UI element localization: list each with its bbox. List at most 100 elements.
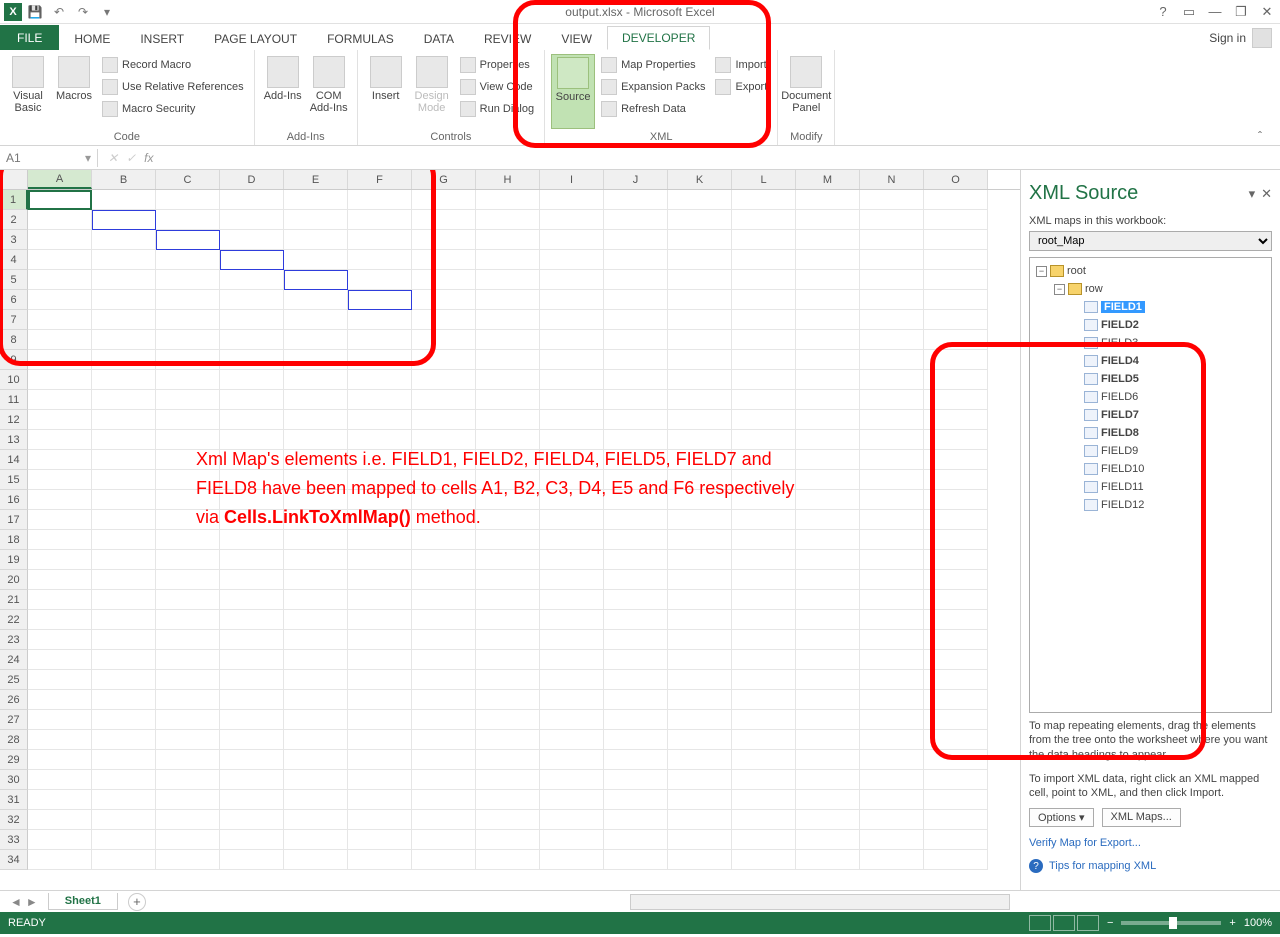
cell[interactable] [476, 830, 540, 850]
cell[interactable] [732, 530, 796, 550]
view-pagelayout-icon[interactable] [1053, 915, 1075, 931]
options-button[interactable]: Options ▾ [1029, 808, 1094, 827]
cell[interactable] [92, 830, 156, 850]
cell[interactable] [284, 310, 348, 330]
cell[interactable] [28, 450, 92, 470]
cell[interactable] [348, 570, 412, 590]
cell[interactable] [732, 610, 796, 630]
cell[interactable] [540, 850, 604, 870]
cell[interactable] [860, 630, 924, 650]
run-dialog-button[interactable]: Run Dialog [456, 98, 538, 120]
collapse-ribbon-icon[interactable]: ˆ [1258, 129, 1274, 143]
cell[interactable] [732, 270, 796, 290]
cell[interactable] [156, 710, 220, 730]
row-header[interactable]: 3 [0, 230, 28, 250]
cell[interactable] [348, 750, 412, 770]
cell[interactable] [604, 290, 668, 310]
cell[interactable] [348, 730, 412, 750]
zoom-in-icon[interactable]: + [1229, 917, 1235, 929]
cell[interactable] [156, 770, 220, 790]
cell[interactable] [92, 690, 156, 710]
cell[interactable] [668, 530, 732, 550]
row-header[interactable]: 7 [0, 310, 28, 330]
cell[interactable] [668, 770, 732, 790]
view-normal-icon[interactable] [1029, 915, 1051, 931]
tree-field[interactable]: FIELD4 [1034, 352, 1267, 370]
cell[interactable] [924, 350, 988, 370]
cell[interactable] [92, 550, 156, 570]
cell[interactable] [796, 650, 860, 670]
cell[interactable] [156, 570, 220, 590]
record-macro-button[interactable]: Record Macro [98, 54, 248, 76]
row-header[interactable]: 9 [0, 350, 28, 370]
cell[interactable] [668, 810, 732, 830]
cell[interactable] [604, 590, 668, 610]
cell[interactable] [220, 790, 284, 810]
cell[interactable] [604, 730, 668, 750]
cell[interactable] [796, 750, 860, 770]
cell[interactable] [220, 350, 284, 370]
cell[interactable] [668, 330, 732, 350]
cell[interactable] [796, 350, 860, 370]
cell[interactable] [348, 550, 412, 570]
cell[interactable] [796, 310, 860, 330]
cell[interactable] [412, 550, 476, 570]
cell[interactable] [732, 210, 796, 230]
cell[interactable] [284, 570, 348, 590]
cell[interactable] [92, 810, 156, 830]
cell[interactable] [476, 710, 540, 730]
cell[interactable] [28, 750, 92, 770]
cell[interactable] [540, 390, 604, 410]
cell[interactable] [92, 350, 156, 370]
cell[interactable] [860, 330, 924, 350]
cell[interactable] [28, 590, 92, 610]
cell[interactable] [28, 730, 92, 750]
cell[interactable] [604, 310, 668, 330]
cell[interactable] [860, 650, 924, 670]
cell[interactable] [92, 370, 156, 390]
tab-scroll-left-icon[interactable]: ◄ [10, 895, 22, 909]
cell[interactable] [28, 250, 92, 270]
cell[interactable] [604, 710, 668, 730]
col-header[interactable]: K [668, 170, 732, 189]
cell[interactable] [604, 670, 668, 690]
cell[interactable] [28, 210, 92, 230]
cell[interactable] [348, 390, 412, 410]
cell[interactable] [540, 530, 604, 550]
cell[interactable] [732, 790, 796, 810]
cell[interactable] [28, 510, 92, 530]
tree-field[interactable]: FIELD11 [1034, 478, 1267, 496]
cell[interactable] [284, 790, 348, 810]
cell[interactable] [540, 550, 604, 570]
cell[interactable] [476, 850, 540, 870]
cell[interactable] [924, 750, 988, 770]
name-box[interactable]: A1▾ [0, 149, 98, 167]
cell[interactable] [668, 350, 732, 370]
cell[interactable] [220, 330, 284, 350]
cell[interactable] [156, 390, 220, 410]
design-mode-button[interactable]: Design Mode [410, 54, 454, 129]
cell[interactable] [732, 310, 796, 330]
cell[interactable] [540, 570, 604, 590]
cell[interactable] [28, 270, 92, 290]
cell[interactable] [732, 670, 796, 690]
cell[interactable] [668, 230, 732, 250]
cell[interactable] [668, 850, 732, 870]
cell[interactable] [412, 810, 476, 830]
col-header[interactable]: F [348, 170, 412, 189]
cell[interactable] [924, 410, 988, 430]
tree-field[interactable]: FIELD10 [1034, 460, 1267, 478]
cell[interactable] [92, 250, 156, 270]
use-relative-button[interactable]: Use Relative References [98, 76, 248, 98]
document-panel-button[interactable]: Document Panel [784, 54, 828, 129]
cell[interactable] [668, 790, 732, 810]
cell[interactable] [860, 210, 924, 230]
cell[interactable] [796, 230, 860, 250]
tree-root[interactable]: −root [1034, 262, 1267, 280]
cell[interactable] [796, 190, 860, 210]
cell[interactable] [924, 850, 988, 870]
cell[interactable] [348, 310, 412, 330]
cell[interactable] [220, 390, 284, 410]
tab-home[interactable]: HOME [59, 27, 125, 50]
cell[interactable] [732, 550, 796, 570]
